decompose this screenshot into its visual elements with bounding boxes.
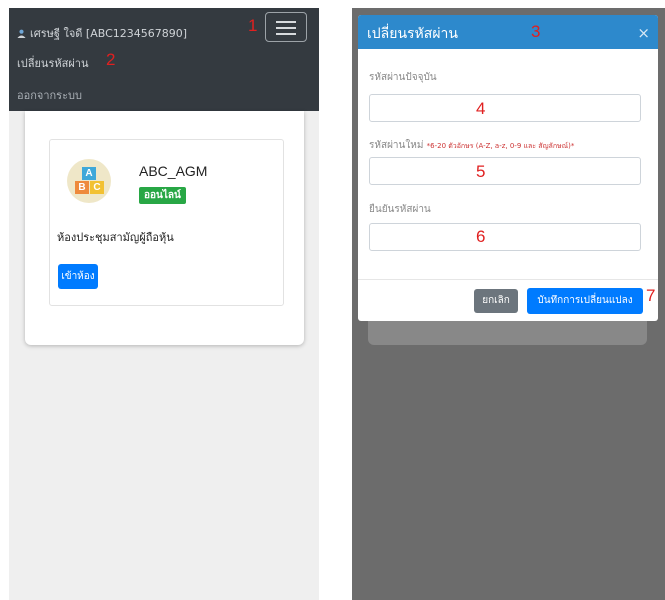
status-badge: ออนไลน์	[139, 187, 186, 204]
hamburger-icon-bar	[276, 33, 296, 35]
change-password-modal: เปลี่ยนรหัสผ่าน 3 × รหัสผ่านปัจจุบัน 4 ร…	[358, 15, 658, 321]
modal-header: เปลี่ยนรหัสผ่าน 3 ×	[358, 15, 658, 49]
marker-1: 1	[248, 16, 258, 35]
new-password-label-text: รหัสผ่านใหม่	[369, 140, 424, 151]
user-icon	[17, 29, 26, 38]
password-rule-hint: *6-20 ตัวอักษร (A-Z, a-z, 0-9 และ สัญลัก…	[426, 142, 575, 150]
modal-footer-divider	[358, 279, 658, 280]
marker-4: 4	[476, 99, 486, 118]
user-menu[interactable]: เศรษฐี ใจดี [ABC1234567890]	[17, 24, 187, 42]
modal-title: เปลี่ยนรหัสผ่าน	[367, 26, 458, 42]
hamburger-icon-bar	[276, 27, 296, 29]
marker-5: 5	[476, 162, 486, 181]
current-password-input[interactable]	[369, 94, 641, 122]
close-icon[interactable]: ×	[637, 24, 650, 42]
new-password-input[interactable]	[369, 157, 641, 185]
logo-block-a: A	[82, 167, 96, 180]
hamburger-icon	[276, 21, 296, 23]
cancel-button[interactable]: ยกเลิก	[474, 289, 518, 313]
meeting-card: A B C ABC_AGM ออนไลน์ ห้องประชุมสามัญผู้…	[25, 111, 304, 345]
logo-block-c: C	[90, 181, 104, 194]
confirm-password-label: ยืนยันรหัสผ่าน	[369, 204, 431, 215]
enter-room-button[interactable]: เข้าห้อง	[58, 264, 98, 289]
user-name: เศรษฐี ใจดี [ABC1234567890]	[30, 27, 188, 40]
new-password-label: รหัสผ่านใหม่ *6-20 ตัวอักษร (A-Z, a-z, 0…	[369, 138, 574, 153]
marker-2: 2	[106, 50, 116, 69]
menu-toggle-button[interactable]	[265, 12, 307, 42]
room-name: ABC_AGM	[139, 163, 208, 179]
marker-6: 6	[476, 227, 486, 246]
mobile-view-left: เศรษฐี ใจดี [ABC1234567890] 1 เปลี่ยนรหั…	[9, 8, 319, 600]
room-card: A B C ABC_AGM ออนไลน์ ห้องประชุมสามัญผู้…	[49, 139, 284, 306]
save-changes-button[interactable]: บันทึกการเปลี่ยนแปลง	[527, 288, 643, 314]
current-password-label: รหัสผ่านปัจจุบัน	[369, 72, 437, 83]
meeting-title: ห้องประชุมสามัญผู้ถือหุ้น	[57, 231, 174, 244]
logo-block-b: B	[75, 181, 89, 194]
mobile-view-right: เปลี่ยนรหัสผ่าน 3 × รหัสผ่านปัจจุบัน 4 ร…	[352, 8, 665, 600]
marker-7: 7	[646, 286, 656, 305]
abc-logo: A B C	[67, 159, 111, 203]
marker-3: 3	[531, 22, 541, 41]
confirm-password-input[interactable]	[369, 223, 641, 251]
change-password-link[interactable]: เปลี่ยนรหัสผ่าน	[17, 54, 88, 72]
logout-link[interactable]: ออกจากระบบ	[17, 86, 82, 104]
navbar: เศรษฐี ใจดี [ABC1234567890] 1 เปลี่ยนรหั…	[9, 8, 319, 111]
